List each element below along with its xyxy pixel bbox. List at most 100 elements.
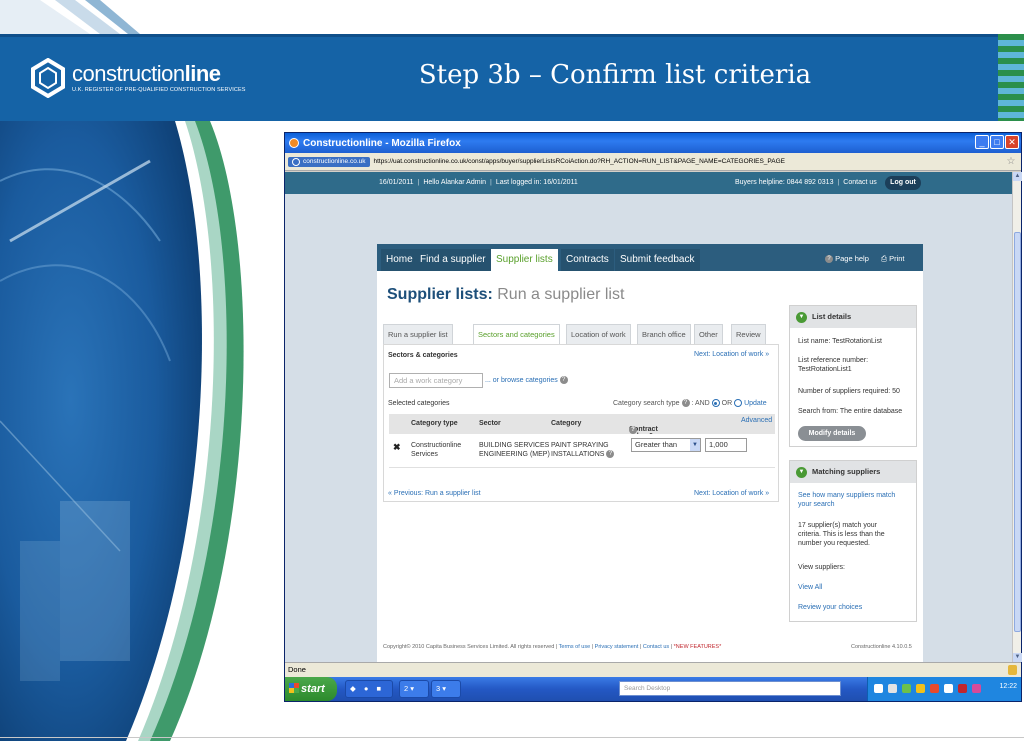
review-choices-link[interactable]: Review your choices xyxy=(798,603,912,612)
advanced-link[interactable]: Advanced xyxy=(741,417,772,424)
cell-category-type: Constructionline Services xyxy=(411,441,461,459)
page-heading-sub: Run a supplier list xyxy=(497,286,625,303)
nav-contracts[interactable]: Contracts xyxy=(561,249,614,271)
bookmark-star-icon[interactable]: ☆ xyxy=(1004,156,1018,167)
constructionline-logo: constructionline U.K. REGISTER OF PRE-QU… xyxy=(30,58,245,98)
url-text[interactable]: https://uat.constructionline.co.uk/const… xyxy=(374,158,1004,165)
site-topbar: 16/01/2011 | Hello Alankar Admin | Last logg… xyxy=(285,172,1013,194)
help-icon: ? xyxy=(629,426,637,434)
contract-operator-select[interactable]: Greater than ▼ xyxy=(631,438,701,452)
contract-value-input[interactable]: 1,000 xyxy=(705,438,747,452)
maximize-button[interactable]: □ xyxy=(990,135,1004,149)
matching-suppliers-panel: ▼ Matching suppliers See how many supplie… xyxy=(789,460,917,622)
scroll-down-icon[interactable]: ▼ xyxy=(1013,653,1022,662)
scroll-up-icon[interactable]: ▲ xyxy=(1013,172,1022,181)
minimize-button[interactable]: _ xyxy=(975,135,989,149)
logo-mark-icon xyxy=(31,58,65,98)
help-icon: ? xyxy=(825,255,833,264)
tray-app-icon[interactable] xyxy=(958,684,967,693)
desktop-search-input[interactable]: Search Desktop xyxy=(619,681,841,696)
system-tray: 12:22 xyxy=(867,677,1021,701)
tray-alert-icon[interactable] xyxy=(930,684,939,693)
page-help-link[interactable]: ? Page help xyxy=(825,254,869,264)
view-all-link[interactable]: View All xyxy=(798,583,912,592)
vertical-scrollbar[interactable]: ▲ ▼ xyxy=(1012,172,1022,662)
banner-stripe xyxy=(0,34,1024,37)
start-button[interactable]: start xyxy=(285,677,337,701)
help-icon: ? xyxy=(559,376,568,384)
nav-home[interactable]: Home xyxy=(381,249,418,271)
list-details-header[interactable]: ▼ List details xyxy=(790,306,916,328)
update-link[interactable]: Update xyxy=(744,400,767,407)
nav-submit-feedback[interactable]: Submit feedback xyxy=(615,249,700,271)
expand-arrow-icon: ▼ xyxy=(796,312,807,323)
list-details-panel: ▼ List details List name: TestRotationLis… xyxy=(789,305,917,447)
remove-icon[interactable]: ✖ xyxy=(393,442,401,453)
previous-link[interactable]: « Previous: Run a supplier list xyxy=(388,490,481,497)
privacy-link[interactable]: Privacy statement xyxy=(595,644,639,650)
footer-contact-link[interactable]: Contact us xyxy=(643,644,669,650)
search-type-group: Category search type ? : AND OR Update xyxy=(613,399,767,407)
categories-table: Category type Sector Category Contract v… xyxy=(389,414,775,468)
terms-link[interactable]: Terms of use xyxy=(559,644,590,650)
tray-help-icon[interactable] xyxy=(874,684,883,693)
main-nav: Home Find a supplier Supplier lists Cont… xyxy=(377,244,923,271)
modify-details-button[interactable]: Modify details xyxy=(798,426,866,441)
print-icon: ⎙ xyxy=(881,254,887,263)
taskbar-group-office[interactable]: 3 ▾ xyxy=(431,680,461,698)
new-features-link[interactable]: *NEW FEATURES* xyxy=(674,644,722,650)
see-how-line: your search xyxy=(798,501,835,508)
browse-categories-link[interactable]: ... or browse categories ? xyxy=(485,376,568,384)
tray-security-icon[interactable] xyxy=(902,684,911,693)
tray-update-icon[interactable] xyxy=(916,684,925,693)
topbar-contact-link[interactable]: Contact us xyxy=(843,179,876,186)
matching-suppliers-title: Matching suppliers xyxy=(812,467,881,476)
cell-sector: BUILDING SERVICES ENGINEERING (MEP) xyxy=(479,441,550,459)
help-icon: ? xyxy=(606,450,615,459)
table-header: Category type Sector Category Contract v… xyxy=(389,414,775,440)
taskbar-group-firefox[interactable]: 2 ▾ xyxy=(399,680,429,698)
tab-review[interactable]: Review xyxy=(731,324,766,344)
tray-app-icon[interactable] xyxy=(972,684,981,693)
tab-run-supplier-list[interactable]: Run a supplier list xyxy=(383,324,453,344)
print-label: Print xyxy=(889,254,905,263)
next-location-link[interactable]: Next: Location of work » xyxy=(694,351,769,358)
tray-volume-icon[interactable] xyxy=(944,684,953,693)
nav-find-supplier[interactable]: Find a supplier xyxy=(415,249,491,271)
matching-suppliers-header[interactable]: ▼ Matching suppliers xyxy=(790,461,916,483)
logout-button[interactable]: Log out xyxy=(885,176,921,190)
cell-line: BUILDING SERVICES xyxy=(479,442,550,449)
match-line: criteria. This is less than the xyxy=(798,531,885,538)
selected-categories-label: Selected categories xyxy=(388,400,450,407)
help-icon: ? xyxy=(681,399,690,407)
address-bar[interactable]: constructionline.co.uk https://uat.const… xyxy=(285,153,1021,171)
and-radio[interactable] xyxy=(711,399,720,407)
slide-left-decoration xyxy=(0,121,290,741)
quick-launch-icons[interactable]: ◆ ● ■ xyxy=(350,684,384,693)
next-location-link-bottom[interactable]: Next: Location of work » xyxy=(694,490,769,497)
taskbar-office-label: 3 ▾ xyxy=(436,684,447,693)
match-count-text: 17 supplier(s) match your criteria. This … xyxy=(798,521,912,548)
work-category-input[interactable]: Add a work category xyxy=(389,373,483,388)
or-radio[interactable] xyxy=(734,399,743,407)
list-ref-value: TestRotationList1 xyxy=(798,366,852,373)
close-button[interactable]: ✕ xyxy=(1005,135,1019,149)
scroll-thumb[interactable] xyxy=(1014,232,1021,632)
see-how-link[interactable]: See how many suppliers match your search xyxy=(798,491,912,509)
tray-network-icon[interactable] xyxy=(888,684,897,693)
tab-branch-office[interactable]: Branch office xyxy=(637,324,691,344)
copyright-text: Copyright© 2010 Capita Business Services… xyxy=(383,644,555,650)
lock-icon[interactable] xyxy=(1008,665,1017,675)
cell-line: Services xyxy=(411,451,438,458)
start-label: start xyxy=(301,683,325,695)
tab-other[interactable]: Other xyxy=(694,324,723,344)
search-type-label: Category search type xyxy=(613,399,680,407)
print-link[interactable]: ⎙ Print xyxy=(881,254,905,264)
tab-location-of-work[interactable]: Location of work xyxy=(566,324,631,344)
nav-supplier-lists[interactable]: Supplier lists xyxy=(491,249,558,271)
match-line: 17 supplier(s) match your xyxy=(798,522,877,529)
version-text: Constructionline 4.10.0.5 xyxy=(851,644,912,650)
site-identity-badge[interactable]: constructionline.co.uk xyxy=(288,156,370,167)
tab-sectors-categories[interactable]: Sectors and categories xyxy=(473,324,560,344)
cell-line: INSTALLATIONS ? xyxy=(551,450,615,459)
